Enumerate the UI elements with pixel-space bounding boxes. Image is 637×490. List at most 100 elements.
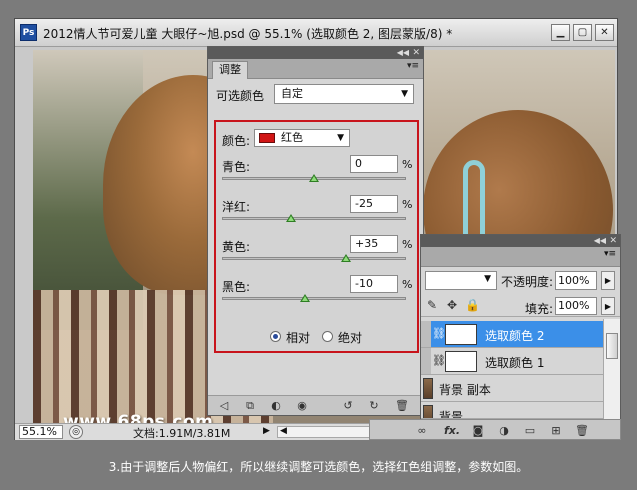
param-yellow-input[interactable]: +35 [350,235,398,253]
opacity-label: 不透明度: [501,275,554,289]
param-cyan-input[interactable]: 0 [350,155,398,173]
visibility-eye-icon[interactable]: ◉ [294,398,310,413]
colors-value: 红色 [281,131,303,144]
panel-menu-icon[interactable]: ▾≡ [604,249,616,259]
param-yellow-slider[interactable] [222,257,406,260]
layer-photo-thumbnail[interactable] [423,378,433,399]
visibility-eye-icon[interactable] [421,348,431,374]
close-panel-icon[interactable]: ✕ [412,47,420,59]
percent-sign: % [402,158,413,171]
horizontal-scrollbar[interactable]: ◀ [277,426,373,438]
layers-vertical-scrollbar[interactable] [603,319,620,419]
param-black-slider-thumb[interactable] [299,294,310,302]
lock-position-icon[interactable]: ✥ [447,298,457,312]
new-group-icon[interactable]: ▭ [522,423,538,438]
lock-row: ✎ ✥ 🔒 填充: 100% ▶ [421,295,620,317]
param-label: 青色: [222,160,251,174]
fill-dropdown-icon[interactable]: ▶ [601,297,615,315]
tab-adjustments[interactable]: 调整 [212,61,248,79]
lock-all-icon[interactable]: 🔒 [465,298,480,312]
preset-dropdown[interactable]: 自定 ▼ [274,84,414,104]
expand-view-icon[interactable]: ⧉ [242,398,258,413]
link-layers-icon[interactable]: ∞ [414,423,430,438]
caption: 3.由于调整后人物偏红，所以继续调整可选颜色，选择红色组调整，参数如图。 [108,460,529,474]
layer-name: 选取颜色 2 [485,329,545,343]
close-panel-icon[interactable]: ✕ [609,235,617,247]
layer-row[interactable]: 背景 副本 [421,375,603,402]
method-absolute-label[interactable]: 绝对 [338,329,362,346]
document-titlebar[interactable]: Ps 2012情人节可爱儿童 大眼仔~旭.psd @ 55.1% (选取颜色 2… [15,19,617,47]
param-label: 黑色: [222,280,251,294]
opacity-dropdown-icon[interactable]: ▶ [601,271,615,290]
chevron-down-icon: ▼ [337,133,344,143]
chevron-down-icon: ▼ [484,274,491,284]
adjustments-panel-header[interactable]: ◀◀ ✕ [208,47,423,59]
param-label: 洋红: [222,200,251,214]
param-black: 黑色: -10 % [216,274,417,314]
reset-icon[interactable]: ↻ [366,398,382,413]
adjustments-tab-row: 调整 ▾≡ [208,59,423,79]
visibility-eye-icon[interactable] [421,321,431,347]
add-mask-icon[interactable]: ◙ [470,423,486,438]
zoom-input[interactable]: 55.1% [19,425,63,439]
layer-name: 背景 [439,410,464,419]
fill-label: 填充: [525,302,554,316]
method-row: 相对 绝对 [216,328,417,346]
adjustments-panel: ◀◀ ✕ 调整 ▾≡ 可选颜色 自定 ▼ 颜色: 红色 ▼ 青色: 0 % 洋红… [207,46,424,416]
param-magenta-input[interactable]: -25 [350,195,398,213]
param-cyan: 青色: 0 % [216,154,417,194]
layer-row[interactable]: 背景 [421,402,603,419]
layer-photo-thumbnail[interactable] [423,405,433,418]
param-black-slider[interactable] [222,297,406,300]
photo-hair-clip [463,160,485,245]
new-layer-icon[interactable]: ⊞ [548,423,564,438]
status-info-icon[interactable]: ◎ [69,425,83,439]
panel-menu-icon[interactable]: ▾≡ [407,61,419,71]
trash-icon[interactable]: 🗑 [574,423,590,438]
colors-dropdown[interactable]: 红色 ▼ [254,129,350,147]
document-size: 文档:1.91M/3.81M [133,427,231,440]
adjustment-type-label: 可选颜色 [216,89,265,103]
new-adjustment-icon[interactable]: ◑ [496,423,512,438]
param-label: 黄色: [222,240,251,254]
layers-scroll-thumb[interactable] [606,333,618,359]
percent-sign: % [402,198,413,211]
minimize-button[interactable]: ▁ [551,24,570,41]
opacity-input[interactable]: 100% [555,271,597,290]
layer-mask-thumbnail[interactable] [445,324,477,345]
adjustments-footer: ◁ ⧉ ◐ ◉ ↺ ↻ 🗑 [208,395,423,415]
fill-input[interactable]: 100% [555,297,597,315]
percent-sign: % [402,238,413,251]
layers-panel-header[interactable]: ◀◀ ✕ [421,235,620,247]
chain-link-icon[interactable]: ⛓ [432,354,446,367]
param-cyan-slider-thumb[interactable] [309,174,319,182]
close-button[interactable]: ✕ [595,24,614,41]
collapse-panel-icon[interactable]: ◀◀ [594,235,606,247]
layers-tab-row: ▾≡ [421,247,620,267]
status-menu-arrow-icon[interactable]: ▶ [263,426,270,436]
clip-to-layer-icon[interactable]: ◐ [268,398,284,413]
layer-row[interactable]: ⛓ 选取颜色 2 [421,321,603,348]
maximize-button[interactable]: ▢ [573,24,592,41]
layer-row[interactable]: ⛓ 选取颜色 1 [421,348,603,375]
blend-mode-dropdown[interactable]: ▼ [425,271,497,290]
param-yellow-slider-thumb[interactable] [341,254,352,262]
scroll-left-icon[interactable]: ◀ [280,426,287,436]
collapse-panel-icon[interactable]: ◀◀ [397,47,409,59]
param-magenta-slider-thumb[interactable] [286,214,296,222]
method-absolute-radio[interactable] [322,331,333,342]
layer-mask-thumbnail[interactable] [445,351,477,372]
chain-link-icon[interactable]: ⛓ [432,327,446,340]
trash-icon[interactable]: 🗑 [394,398,410,413]
fx-icon[interactable]: fx. [440,423,464,438]
lock-pixels-icon[interactable]: ✎ [427,298,437,312]
preset-value: 自定 [281,87,303,100]
param-black-input[interactable]: -10 [350,275,398,293]
method-relative-radio[interactable] [270,331,281,342]
back-arrow-icon[interactable]: ◁ [216,398,232,413]
method-relative-label[interactable]: 相对 [286,329,310,346]
layer-name: 选取颜色 1 [485,356,545,370]
param-magenta-slider[interactable] [222,217,406,220]
layers-footer: ∞ fx. ◙ ◑ ▭ ⊞ 🗑 [369,419,621,440]
view-previous-icon[interactable]: ↺ [340,398,356,413]
